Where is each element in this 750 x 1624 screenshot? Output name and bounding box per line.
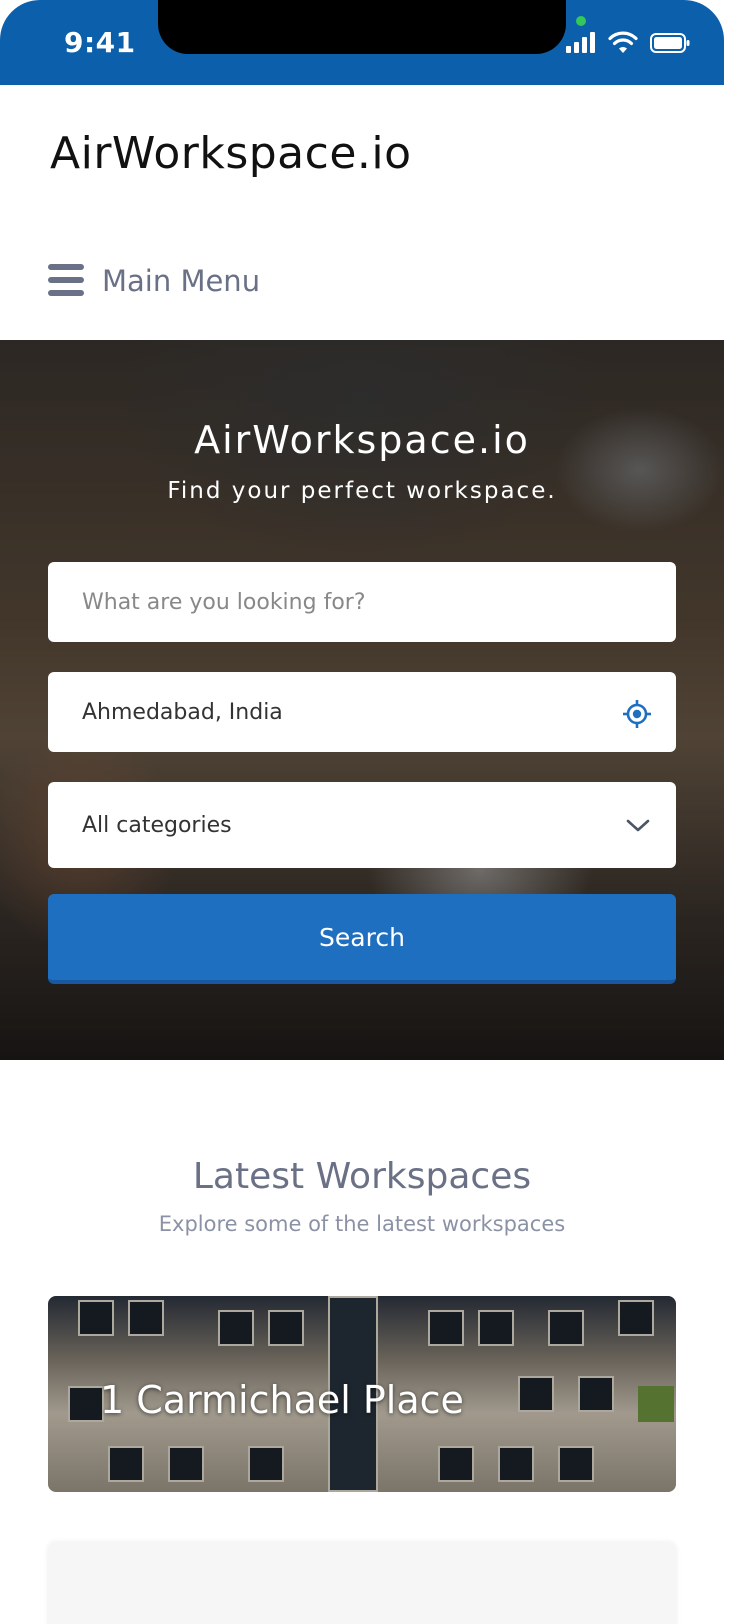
keyword-search-input[interactable]	[48, 562, 676, 642]
phone-screen: 9:41 AirWorkspace.io Main Menu AirWorksp…	[0, 0, 724, 1624]
device-notch	[158, 0, 566, 54]
status-time: 9:41	[64, 26, 136, 59]
category-value: All categories	[82, 812, 232, 838]
workspace-card[interactable]: 1 Carmichael Place	[48, 1296, 676, 1492]
hero-title: AirWorkspace.io	[194, 418, 530, 462]
workspace-card-title: 1 Carmichael Place	[100, 1378, 464, 1422]
status-bar: 9:41	[0, 0, 724, 85]
location-value: Ahmedabad, India	[82, 699, 283, 725]
latest-workspaces-title: Latest Workspaces	[192, 1156, 532, 1197]
workspace-card-partial[interactable]	[48, 1542, 676, 1624]
wifi-icon	[608, 31, 638, 53]
keyword-search-field[interactable]	[48, 562, 676, 642]
latest-workspaces-subtitle: Explore some of the latest workspaces	[158, 1212, 566, 1236]
chevron-down-icon	[626, 819, 650, 832]
battery-icon	[650, 33, 690, 53]
signal-icon	[566, 31, 600, 53]
locate-me-icon[interactable]	[622, 699, 652, 729]
main-menu-label: Main Menu	[102, 264, 261, 298]
hero-subtitle: Find your perfect workspace.	[167, 478, 557, 504]
category-select[interactable]: All categories	[48, 782, 676, 868]
privacy-indicator-dot	[576, 16, 586, 26]
hero-banner: AirWorkspace.io Find your perfect worksp…	[0, 340, 724, 1060]
hamburger-icon	[48, 264, 84, 296]
location-field[interactable]: Ahmedabad, India	[48, 672, 676, 752]
brand-title[interactable]: AirWorkspace.io	[50, 128, 412, 179]
search-button[interactable]: Search	[48, 894, 676, 984]
